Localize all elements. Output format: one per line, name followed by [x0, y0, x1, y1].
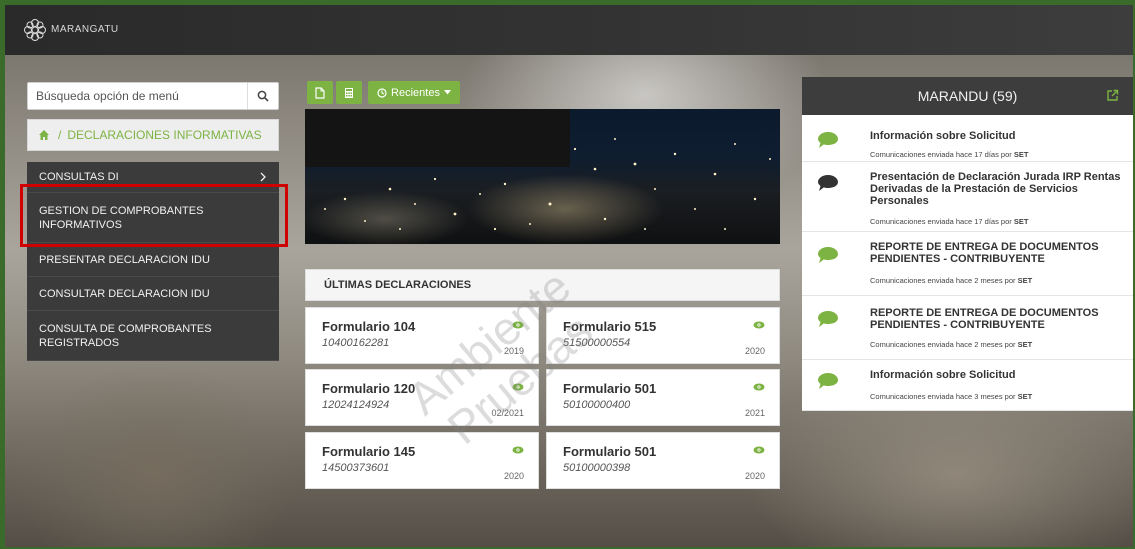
- eye-icon[interactable]: [512, 383, 524, 391]
- chevron-right-icon: [260, 172, 266, 182]
- sidebar-item-label: CONSULTA DE COMPROBANTES REGISTRADOS: [39, 322, 212, 349]
- eye-icon[interactable]: [512, 446, 524, 454]
- chat-bubble-icon: [818, 175, 838, 191]
- declaration-period: 02/2021: [491, 408, 524, 418]
- eye-icon[interactable]: [753, 383, 765, 391]
- declaration-number: 14500373601: [322, 462, 390, 474]
- declaration-form-name: Formulario 501: [563, 444, 657, 459]
- home-icon[interactable]: [38, 129, 50, 141]
- app-frame: MARANGATU / DECLARACIONES INFORMATIVAS C…: [5, 5, 1133, 547]
- message-meta: Comunicaciones enviada hace 2 meses por …: [870, 340, 1032, 349]
- declaration-card[interactable]: Formulario 145 14500373601 2020: [305, 432, 539, 489]
- message-sender: SET: [1017, 340, 1033, 349]
- message-meta-text: Comunicaciones enviada hace 2 meses por: [870, 340, 1018, 349]
- city-night-banner-image: [305, 109, 780, 244]
- sidebar-item-consulta-comprobantes[interactable]: CONSULTA DE COMPROBANTES REGISTRADOS: [27, 311, 279, 361]
- eye-icon[interactable]: [512, 321, 524, 329]
- top-navbar: MARANGATU: [5, 5, 1133, 55]
- declaration-form-name: Formulario 501: [563, 381, 657, 396]
- city-lights-graphic: [324, 138, 771, 231]
- message-item[interactable]: Presentación de Declaración Jurada IRP R…: [802, 162, 1133, 232]
- search-icon: [257, 90, 269, 102]
- message-meta-text: Comunicaciones enviada hace 17 días por: [870, 217, 1014, 226]
- declaration-number: 12024124924: [322, 399, 390, 411]
- sidebar-item-gestion-comprobantes[interactable]: GESTION DE COMPROBANTES INFORMATIVOS: [27, 193, 279, 243]
- marandu-title: MARANDU (59): [917, 88, 1018, 104]
- recientes-dropdown-button[interactable]: Recientes: [368, 81, 460, 104]
- message-title: Información sobre Solicitud: [870, 369, 1016, 381]
- calculator-button[interactable]: [336, 81, 362, 104]
- eye-icon[interactable]: [753, 321, 765, 329]
- message-meta: Comunicaciones enviada hace 2 meses por …: [870, 276, 1032, 285]
- marandu-panel-header: MARANDU (59): [802, 77, 1133, 115]
- declaration-card[interactable]: Formulario 120 12024124924 02/2021: [305, 369, 539, 426]
- message-meta: Comunicaciones enviada hace 17 días por …: [870, 217, 1028, 226]
- marandu-message-list: Información sobre Solicitud Comunicacion…: [802, 115, 1133, 411]
- ultimas-declaraciones-header: ÚLTIMAS DECLARACIONES: [305, 269, 780, 301]
- declaration-card[interactable]: Formulario 515 51500000554 2020: [546, 307, 780, 364]
- message-item[interactable]: Información sobre Solicitud Comunicacion…: [802, 360, 1133, 411]
- declaration-number: 51500000554: [563, 337, 631, 349]
- declaration-number: 10400162281: [322, 337, 390, 349]
- declaration-period: 2019: [503, 346, 524, 356]
- new-document-button[interactable]: [307, 81, 333, 104]
- sidebar-item-label: GESTION DE COMPROBANTES INFORMATIVOS: [39, 204, 204, 231]
- sidebar-item-label: PRESENTAR DECLARACION IDU: [39, 253, 210, 266]
- message-item[interactable]: Información sobre Solicitud Comunicacion…: [802, 115, 1133, 162]
- chat-bubble-icon: [818, 373, 838, 389]
- message-meta: Comunicaciones enviada hace 17 días por …: [870, 150, 1028, 159]
- sidebar-item-consultar-idu[interactable]: CONSULTAR DECLARACION IDU: [27, 277, 279, 311]
- sidebar-item-label: CONSULTAR DECLARACION IDU: [39, 287, 210, 300]
- declaration-card[interactable]: Formulario 501 50100000400 2021: [546, 369, 780, 426]
- message-title: REPORTE DE ENTREGA DE DOCUMENTOS PENDIEN…: [870, 241, 1099, 265]
- declaration-form-name: Formulario 120: [322, 381, 416, 396]
- message-meta: Comunicaciones enviada hace 3 meses por …: [870, 392, 1032, 401]
- marangatu-logo-icon[interactable]: [23, 18, 47, 42]
- message-title: REPORTE DE ENTREGA DE DOCUMENTOS PENDIEN…: [870, 307, 1099, 331]
- message-sender: SET: [1017, 392, 1033, 401]
- menu-search-button[interactable]: [247, 83, 278, 109]
- sidebar-item-label: CONSULTAS DI: [39, 171, 119, 183]
- message-item[interactable]: REPORTE DE ENTREGA DE DOCUMENTOS PENDIEN…: [802, 296, 1133, 360]
- sidebar-item-presentar-idu[interactable]: PRESENTAR DECLARACION IDU: [27, 243, 279, 277]
- file-icon: [315, 86, 325, 99]
- message-sender: SET: [1013, 150, 1029, 159]
- message-item[interactable]: REPORTE DE ENTREGA DE DOCUMENTOS PENDIEN…: [802, 232, 1133, 296]
- chat-bubble-icon: [818, 247, 838, 263]
- recientes-label: Recientes: [391, 86, 440, 99]
- clock-icon: [377, 87, 387, 98]
- message-sender: SET: [1017, 276, 1033, 285]
- message-title: Información sobre Solicitud: [870, 130, 1016, 142]
- declaration-card[interactable]: Formulario 104 10400162281 2019: [305, 307, 539, 364]
- menu-search-input[interactable]: [28, 83, 262, 109]
- declaration-form-name: Formulario 145: [322, 444, 416, 459]
- sidebar-item-consultas-di[interactable]: CONSULTAS DI: [27, 162, 279, 193]
- declaration-form-name: Formulario 104: [322, 319, 416, 334]
- message-meta-text: Comunicaciones enviada hace 2 meses por: [870, 276, 1018, 285]
- chat-bubble-icon: [818, 311, 838, 327]
- declaration-period: 2020: [744, 471, 765, 481]
- breadcrumb: / DECLARACIONES INFORMATIVAS: [27, 119, 279, 151]
- chat-bubble-icon: [818, 132, 838, 148]
- message-sender: SET: [1013, 217, 1029, 226]
- declaration-number: 50100000398: [563, 462, 631, 474]
- message-meta-text: Comunicaciones enviada hace 3 meses por: [870, 392, 1018, 401]
- breadcrumb-separator: /: [58, 128, 62, 142]
- message-title: Presentación de Declaración Jurada IRP R…: [870, 171, 1121, 207]
- declaration-period: 2020: [744, 346, 765, 356]
- eye-icon[interactable]: [753, 446, 765, 454]
- sidebar-menu: CONSULTAS DI GESTION DE COMPROBANTES INF…: [27, 162, 279, 361]
- menu-search: [27, 82, 279, 110]
- declaration-period: 2021: [744, 408, 765, 418]
- calculator-icon: [345, 87, 353, 98]
- external-link-icon[interactable]: [1106, 89, 1119, 102]
- declaration-form-name: Formulario 515: [563, 319, 657, 334]
- declaration-period: 2020: [503, 471, 524, 481]
- breadcrumb-current[interactable]: DECLARACIONES INFORMATIVAS: [67, 128, 261, 142]
- declaration-number: 50100000400: [563, 399, 631, 411]
- declaration-card[interactable]: Formulario 501 50100000398 2020: [546, 432, 780, 489]
- message-meta-text: Comunicaciones enviada hace 17 días por: [870, 150, 1014, 159]
- caret-down-icon: [443, 90, 451, 95]
- brand-name: MARANGATU: [51, 24, 119, 35]
